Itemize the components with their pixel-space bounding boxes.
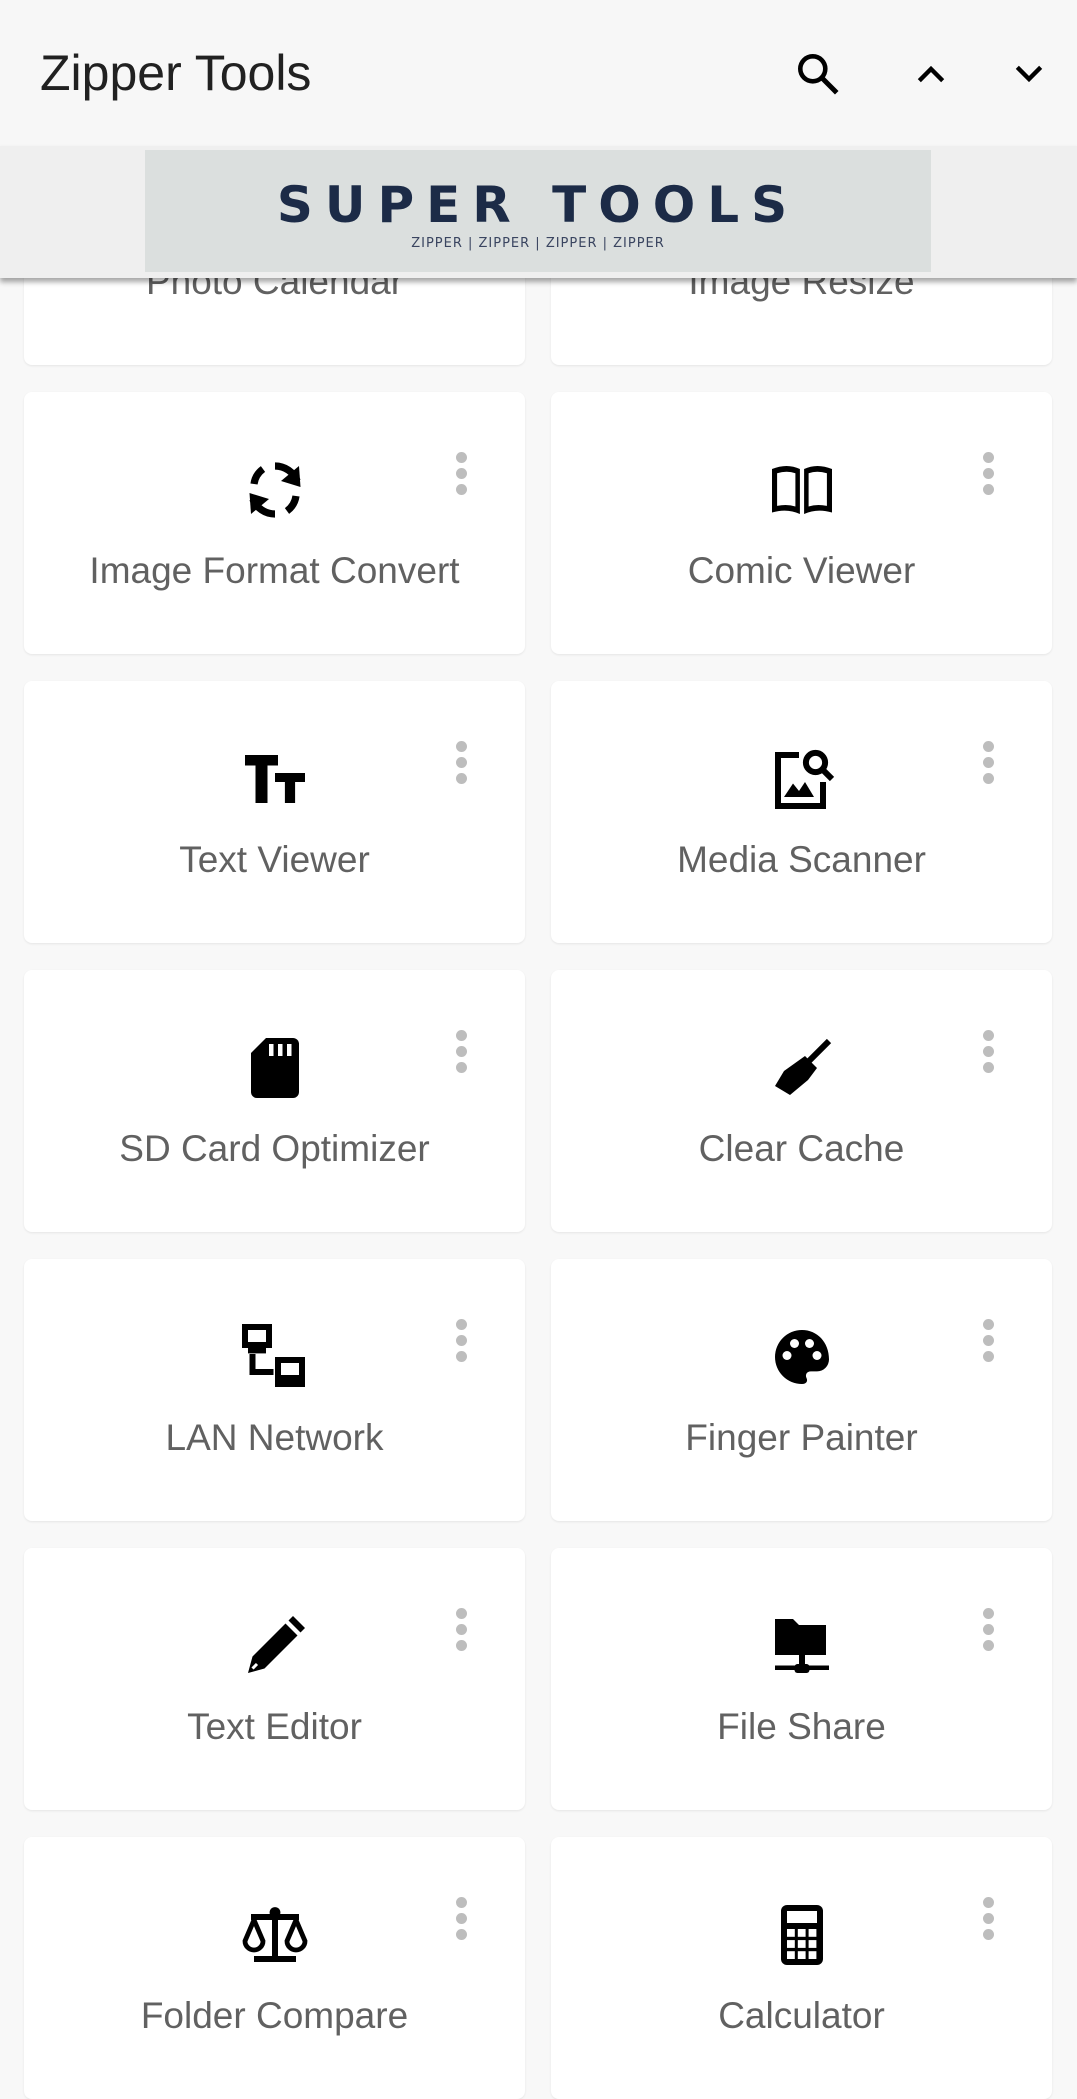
tool-card[interactable]: Calculator (551, 1837, 1052, 2099)
tool-label: Clear Cache (698, 1128, 905, 1169)
ad-headline: SUPER TOOLS (276, 176, 800, 234)
tool-label: Comic Viewer (687, 550, 916, 591)
more-options-icon[interactable] (976, 1608, 1000, 1658)
tool-label: Media Scanner (677, 839, 926, 880)
super-tools-ad[interactable]: SUPER TOOLS ZIPPER | ZIPPER | ZIPPER | Z… (145, 150, 931, 272)
tool-card[interactable]: Clear Cache (551, 970, 1052, 1232)
tool-card[interactable]: Text Viewer (24, 681, 525, 943)
more-options-icon[interactable] (449, 1897, 473, 1947)
tool-card[interactable]: Finger Painter (551, 1259, 1052, 1521)
more-options-icon[interactable] (976, 452, 1000, 502)
tool-card[interactable]: LAN Network (24, 1259, 525, 1521)
app-title: Zipper Tools (40, 45, 312, 101)
tool-label: Text Viewer (179, 839, 370, 880)
tool-card[interactable]: SD Card Optimizer (24, 970, 525, 1232)
tool-label: LAN Network (165, 1417, 384, 1458)
tool-card[interactable]: Text Editor (24, 1548, 525, 1810)
tool-card[interactable]: Comic Viewer (551, 392, 1052, 654)
ad-banner[interactable]: SUPER TOOLS ZIPPER | ZIPPER | ZIPPER | Z… (0, 146, 1077, 278)
chevron-down-icon[interactable] (1001, 46, 1057, 102)
more-options-icon[interactable] (976, 741, 1000, 791)
more-options-icon[interactable] (976, 1897, 1000, 1947)
more-options-icon[interactable] (449, 741, 473, 791)
tool-card[interactable]: File Share (551, 1548, 1052, 1810)
more-options-icon[interactable] (976, 1030, 1000, 1080)
tool-label: Calculator (718, 1995, 885, 2036)
more-options-icon[interactable] (449, 452, 473, 502)
more-options-icon[interactable] (449, 1608, 473, 1658)
tool-card[interactable]: Media Scanner (551, 681, 1052, 943)
ad-tagline: ZIPPER | ZIPPER | ZIPPER | ZIPPER (411, 236, 665, 251)
tool-label: Image Format Convert (89, 550, 460, 591)
chevron-up-icon[interactable] (903, 46, 959, 102)
more-options-icon[interactable] (976, 1319, 1000, 1369)
tool-label: SD Card Optimizer (119, 1128, 430, 1169)
search-icon[interactable] (790, 46, 846, 102)
app-bar: Zipper Tools (0, 0, 1077, 146)
more-options-icon[interactable] (449, 1030, 473, 1080)
tool-label: File Share (717, 1706, 886, 1747)
tool-card[interactable]: Folder Compare (24, 1837, 525, 2099)
tool-card[interactable]: Image Format Convert (24, 392, 525, 654)
more-options-icon[interactable] (449, 1319, 473, 1369)
tool-label: Folder Compare (140, 1995, 409, 2036)
tool-label: Text Editor (187, 1706, 362, 1747)
tool-label: Finger Painter (685, 1417, 918, 1458)
